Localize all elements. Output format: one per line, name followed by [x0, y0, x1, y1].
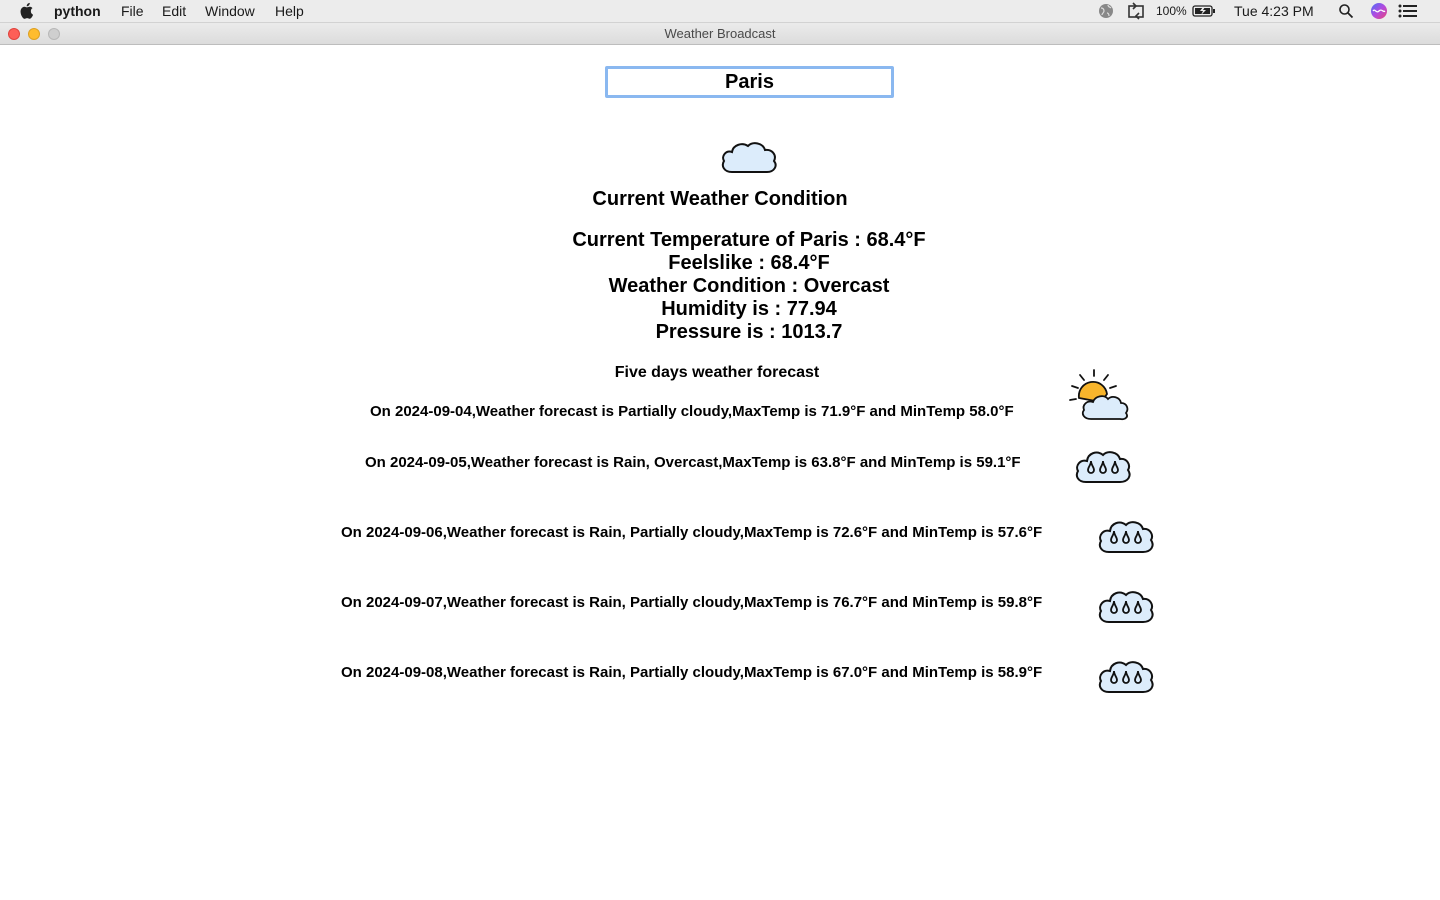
forecast-day-3: On 2024-09-06,Weather forecast is Rain, … [341, 524, 1043, 541]
menu-bar: python File Edit Window Help 100% Tue 4:… [0, 0, 1440, 23]
forecast-heading: Five days weather forecast [614, 364, 820, 381]
window-title: Weather Broadcast [664, 26, 776, 41]
sync-icon[interactable] [1126, 2, 1146, 20]
apple-menu-icon[interactable] [20, 2, 35, 19]
forecast-day-2: On 2024-09-05,Weather forecast is Rain, … [365, 454, 1021, 471]
menu-app-name[interactable]: python [54, 3, 101, 19]
rain-cloud-icon [1098, 661, 1154, 693]
rain-cloud-icon [1075, 451, 1131, 483]
menubar-clock[interactable]: Tue 4:23 PM [1234, 3, 1314, 19]
forecast-day-5: On 2024-09-08,Weather forecast is Rain, … [341, 664, 1043, 681]
menu-help[interactable]: Help [275, 3, 304, 19]
rain-cloud-icon [1098, 521, 1154, 553]
spotlight-search-icon[interactable] [1338, 3, 1354, 19]
battery-icon[interactable] [1192, 4, 1216, 18]
current-weather-heading: Current Weather Condition [592, 188, 848, 210]
notification-center-icon[interactable] [1398, 4, 1418, 18]
city-search-input[interactable] [605, 66, 894, 98]
humidity-text: Humidity is : 77.94 [661, 298, 837, 320]
sun-behind-cloud-icon [1069, 369, 1129, 421]
battery-percentage: 100% [1156, 4, 1187, 18]
cloud-icon [721, 142, 777, 173]
siri-icon[interactable] [1370, 2, 1388, 20]
menu-edit[interactable]: Edit [162, 3, 186, 19]
globe-icon[interactable] [1098, 3, 1114, 19]
weather-condition-text: Weather Condition : Overcast [608, 275, 890, 297]
current-temperature: Current Temperature of Paris : 68.4°F [572, 229, 926, 251]
forecast-day-4: On 2024-09-07,Weather forecast is Rain, … [341, 594, 1043, 611]
forecast-day-1: On 2024-09-04,Weather forecast is Partia… [370, 403, 1014, 420]
rain-cloud-icon [1098, 591, 1154, 623]
feelslike-text: Feelslike : 68.4°F [668, 252, 830, 274]
pressure-text: Pressure is : 1013.7 [655, 321, 843, 343]
window-title-bar: Weather Broadcast [0, 23, 1440, 45]
menu-file[interactable]: File [121, 3, 144, 19]
menu-window[interactable]: Window [205, 3, 255, 19]
